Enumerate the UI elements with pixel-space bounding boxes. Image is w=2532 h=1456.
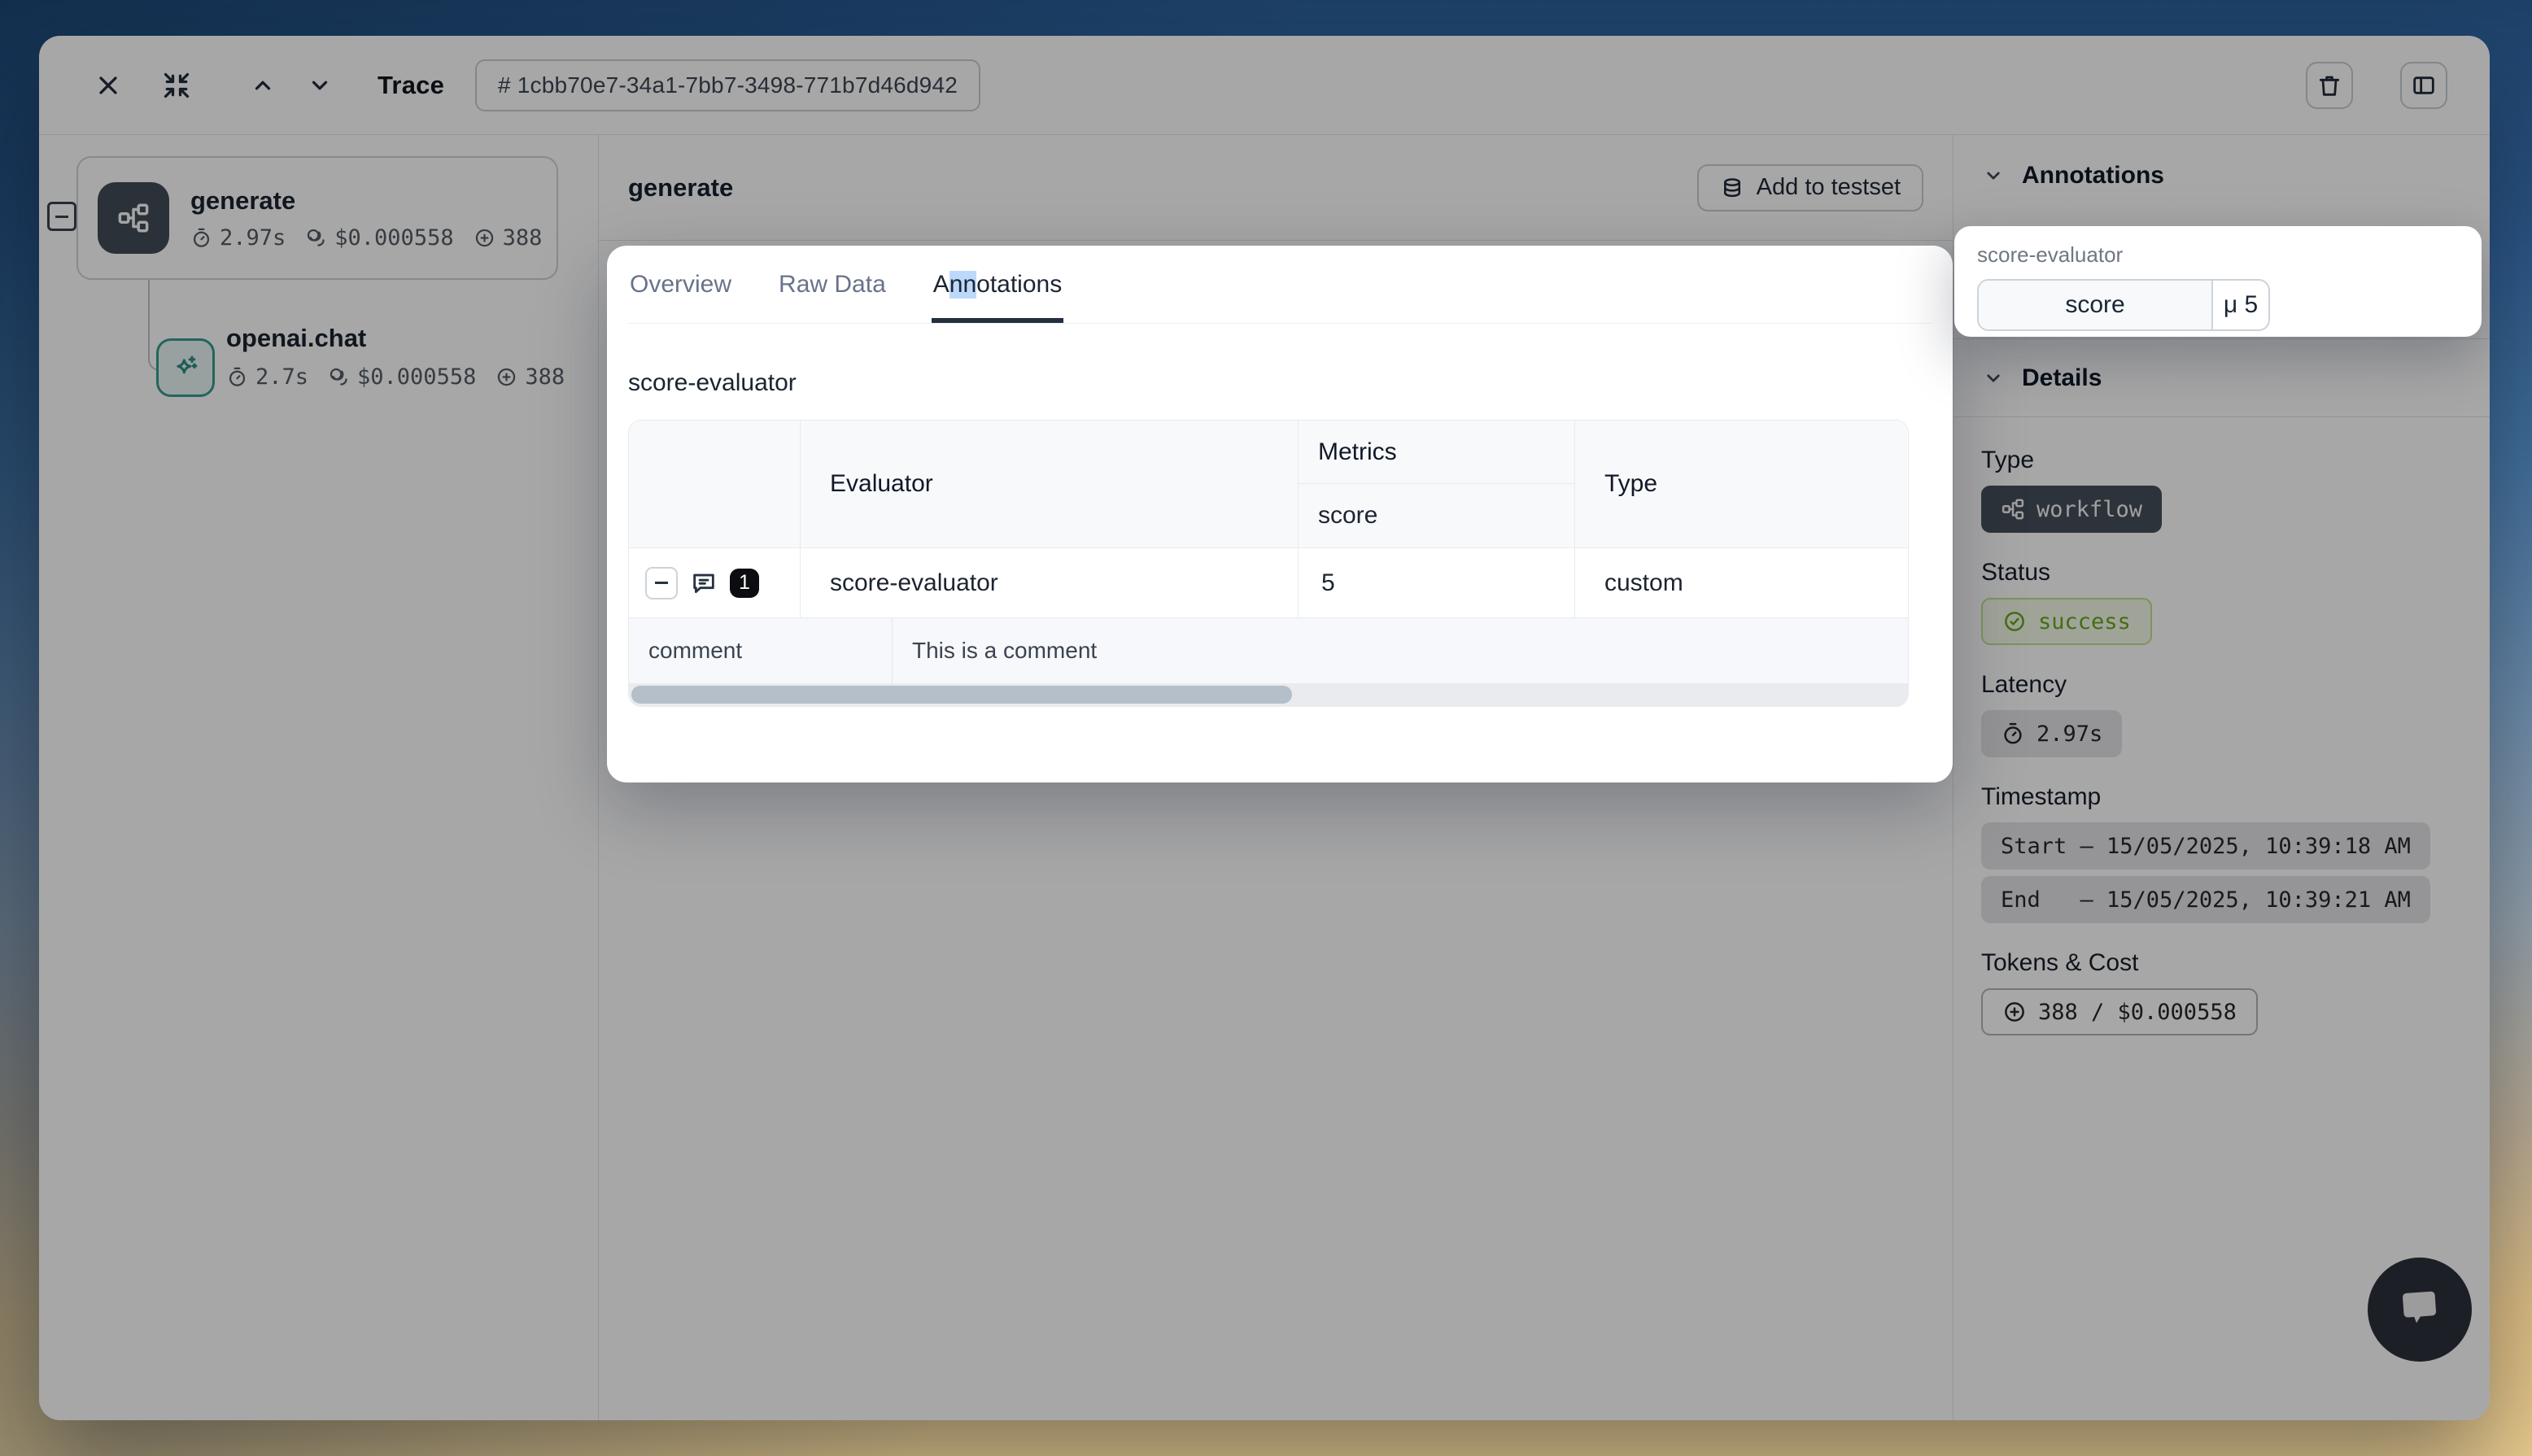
evaluator-cell: score-evaluator — [801, 548, 1299, 617]
tab-overview[interactable]: Overview — [628, 246, 733, 323]
trace-modal: Trace # 1cbb70e7-34a1-7bb7-3498-771b7d46… — [39, 36, 2490, 1420]
comment-count-badge[interactable]: 1 — [730, 569, 759, 598]
score-cell: 5 — [1299, 548, 1575, 617]
page-background: { "topbar": { "title": "Trace", "trace_i… — [0, 0, 2532, 1456]
score-annotation-popover: score-evaluator score μ 5 — [1954, 226, 2482, 337]
tab-annotations-text: otations — [976, 271, 1062, 299]
tab-annotations-selected-text: nn — [950, 271, 976, 299]
tab-raw-data[interactable]: Raw Data — [777, 246, 888, 323]
metrics-column-header: Metrics — [1299, 421, 1575, 484]
comment-key-cell: comment — [629, 618, 893, 683]
span-tabs: Overview Raw Data Annotations — [628, 246, 1932, 324]
comment-value-cell: This is a comment — [893, 618, 1908, 683]
annotations-table: Evaluator Metrics Type score 1 score-eva… — [628, 420, 1909, 707]
type-column-header: Type — [1575, 421, 1908, 547]
score-mean-value: μ 5 — [2213, 281, 2268, 329]
score-metric-name[interactable]: score — [1979, 281, 2213, 329]
annotations-popover-card: Overview Raw Data Annotations score-eval… — [607, 246, 1953, 782]
type-cell: custom — [1575, 548, 1908, 617]
score-subcolumn-header: score — [1299, 484, 1575, 547]
row-actions-cell: 1 — [629, 548, 801, 617]
comment-icon[interactable] — [690, 569, 718, 597]
scrollbar-thumb[interactable] — [631, 686, 1292, 704]
evaluator-column-header: Evaluator — [801, 421, 1299, 547]
annotations-table-header: Evaluator Metrics Type score — [629, 421, 1908, 548]
evaluator-section-title: score-evaluator — [628, 369, 1909, 397]
tab-annotations-text: A — [933, 271, 950, 299]
actions-column-header — [629, 421, 801, 547]
comment-row: comment This is a comment — [629, 618, 1908, 683]
tab-annotations[interactable]: Annotations — [932, 246, 1063, 323]
collapse-row-button[interactable] — [645, 567, 678, 599]
annotation-evaluator-label: score-evaluator — [1977, 242, 2459, 268]
score-metric-control: score μ 5 — [1977, 279, 2270, 331]
table-row[interactable]: 1 score-evaluator 5 custom — [629, 548, 1908, 618]
horizontal-scrollbar[interactable] — [629, 683, 1908, 706]
